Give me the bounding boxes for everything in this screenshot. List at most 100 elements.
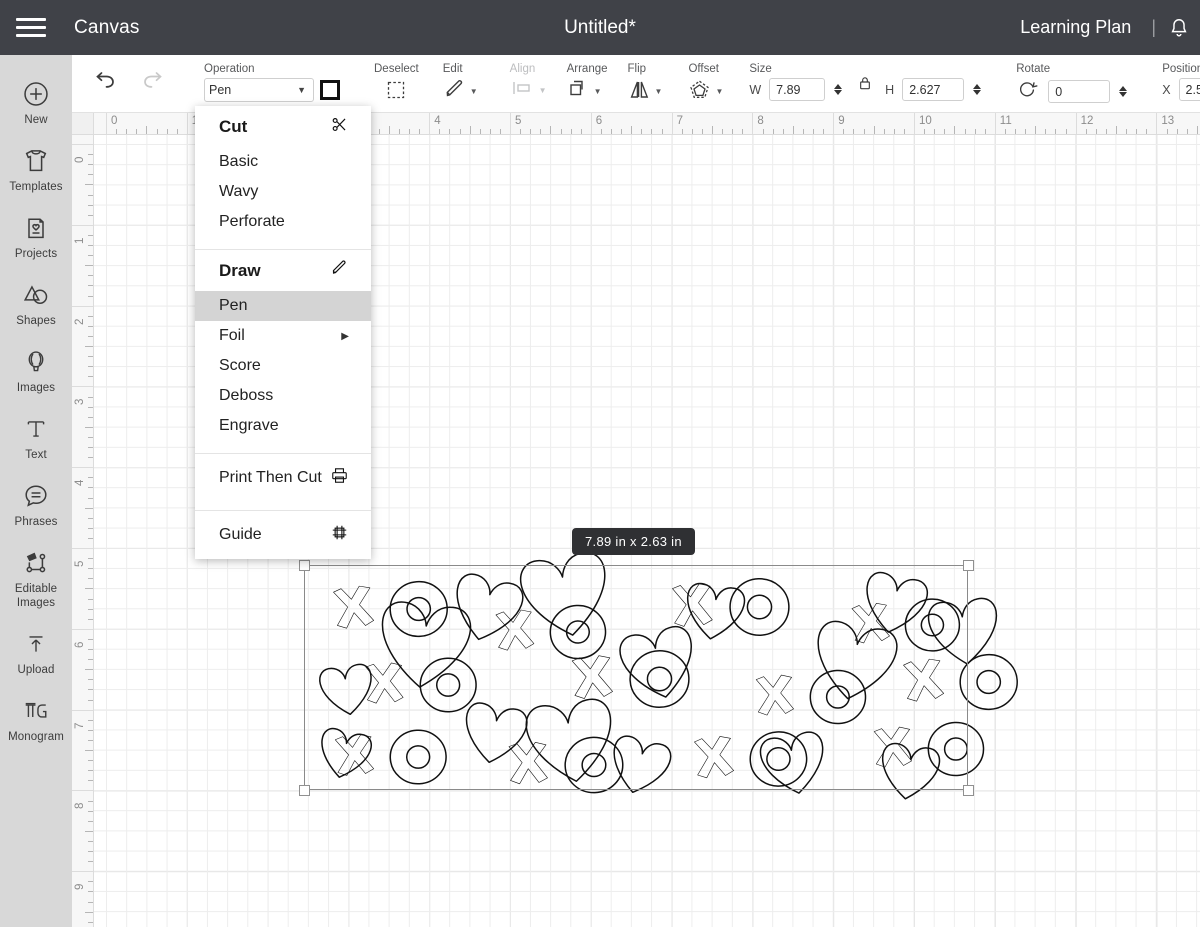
chevron-down-icon: ▼: [538, 85, 547, 95]
ruler-minor-tick: [742, 129, 744, 134]
deselect-icon[interactable]: [384, 78, 408, 107]
ruler-minor-tick: [631, 126, 633, 134]
menu-item-label: Engrave: [219, 417, 279, 434]
height-input[interactable]: [902, 78, 965, 101]
ruler-label: 0: [111, 115, 118, 127]
menu-item-perforate[interactable]: Perforate: [195, 207, 371, 241]
ruler-minor-tick: [1126, 129, 1128, 134]
sidebar-item-images[interactable]: Images: [0, 337, 72, 404]
heart-shape: [927, 597, 997, 665]
ruler-minor-tick: [530, 129, 532, 134]
ruler-label: 0: [74, 156, 86, 163]
offset-button[interactable]: ▼: [688, 78, 723, 105]
chevron-down-icon: ▼: [469, 86, 478, 96]
selection-handle-top-left[interactable]: [299, 560, 310, 571]
selection-handle-top-right[interactable]: [963, 560, 974, 571]
ruler-minor-tick: [823, 129, 825, 134]
x-input[interactable]: [1178, 78, 1200, 101]
flip-icon: [628, 78, 652, 105]
heart-shape: [321, 727, 373, 778]
chevron-down-icon: ▼: [654, 86, 663, 96]
xo-letter-o: [904, 598, 961, 652]
menu-group-cut-header: Cut: [195, 106, 371, 147]
ruler-minor-tick: [88, 679, 93, 681]
rotate-input[interactable]: [1048, 80, 1111, 103]
menu-item-label: Print Then Cut: [219, 469, 322, 486]
menu-item-foil[interactable]: Foil ▶: [195, 321, 371, 351]
align-button[interactable]: ▼: [510, 78, 547, 103]
stepper-down-icon: [834, 90, 843, 95]
menu-item-basic[interactable]: Basic: [195, 147, 371, 177]
ruler-minor-tick: [863, 129, 865, 134]
ruler-minor-tick: [1055, 129, 1057, 134]
vertical-ruler[interactable]: 0 1 2 3 4 5 6 7 8 9: [72, 135, 94, 927]
ruler-minor-tick: [85, 426, 93, 428]
selection-handle-bottom-left[interactable]: [299, 785, 310, 796]
position-label: Position: [1162, 63, 1200, 75]
ruler-minor-tick: [964, 129, 966, 134]
hamburger-menu-button[interactable]: [0, 0, 62, 55]
ruler-minor-tick: [722, 129, 724, 134]
width-stepper[interactable]: [831, 78, 845, 101]
ruler-label: 12: [1080, 115, 1094, 127]
edit-label: Edit: [442, 63, 463, 75]
redo-arrow-icon[interactable]: [140, 70, 168, 97]
ruler-label: 11: [999, 115, 1012, 127]
ruler-minor-tick: [479, 129, 481, 134]
sidebar-label: Shapes: [16, 315, 56, 328]
menu-item-score[interactable]: Score: [195, 351, 371, 381]
ruler-major-tick: [72, 871, 93, 873]
ruler-label: 6: [74, 641, 86, 648]
ruler-minor-tick: [88, 638, 93, 640]
rotate-stepper[interactable]: [1116, 80, 1130, 103]
flip-group: Flip ▼: [618, 55, 673, 112]
sidebar-item-new[interactable]: New: [0, 69, 72, 136]
operation-select[interactable]: Pen: [204, 78, 314, 102]
ruler-label: 5: [515, 115, 522, 127]
sidebar-item-upload[interactable]: Upload: [0, 619, 72, 686]
flip-button[interactable]: ▼: [628, 78, 663, 105]
menu-item-print-then-cut[interactable]: Print Then Cut: [195, 454, 371, 502]
edit-button[interactable]: ▼: [443, 78, 478, 105]
xo-letter-x: [508, 742, 548, 785]
width-input[interactable]: [769, 78, 826, 101]
selection-handle-bottom-right[interactable]: [963, 785, 974, 796]
xo-letter-o: [927, 721, 985, 777]
rotate-icon[interactable]: [1016, 78, 1038, 105]
sidebar-item-monogram[interactable]: Monogram: [0, 686, 72, 753]
operation-color-swatch[interactable]: [320, 80, 340, 100]
sidebar-item-shapes[interactable]: Shapes: [0, 270, 72, 337]
menu-item-engrave[interactable]: Engrave: [195, 411, 371, 445]
height-stepper[interactable]: [970, 78, 984, 101]
ruler-minor-tick: [88, 659, 93, 661]
size-badge: 7.89 in x 2.63 in: [572, 528, 695, 555]
sidebar-item-editable-images[interactable]: Editable Images: [0, 538, 72, 619]
arrange-button[interactable]: ▼: [567, 78, 608, 105]
operation-dropdown-menu[interactable]: Cut Basic Wavy Perforate Draw Pen Foil ▶: [195, 106, 371, 559]
menu-item-pen[interactable]: Pen: [195, 291, 371, 321]
ruler-minor-tick: [984, 129, 986, 134]
bell-icon[interactable]: [1162, 11, 1196, 45]
learning-plan-button[interactable]: Learning Plan: [1006, 17, 1145, 38]
sidebar-item-projects[interactable]: Projects: [0, 203, 72, 270]
menu-item-wavy[interactable]: Wavy: [195, 177, 371, 207]
sidebar-item-phrases[interactable]: Phrases: [0, 471, 72, 538]
ruler-minor-tick: [893, 129, 895, 134]
ruler-minor-tick: [570, 129, 572, 134]
menu-item-guide[interactable]: Guide: [195, 511, 371, 559]
header-divider: |: [1151, 17, 1156, 37]
undo-arrow-icon[interactable]: [90, 70, 118, 97]
top-header: Canvas Untitled* Learning Plan |: [0, 0, 1200, 55]
sidebar-item-text[interactable]: Text: [0, 404, 72, 471]
sidebar-label: Images: [16, 382, 56, 395]
arrange-icon: [567, 78, 591, 105]
menu-item-deboss[interactable]: Deboss: [195, 381, 371, 411]
ruler-major-tick: [510, 113, 511, 134]
ruler-minor-tick: [88, 618, 93, 620]
menu-item-label: Perforate: [219, 213, 285, 230]
aspect-lock-button[interactable]: [851, 76, 879, 91]
ruler-minor-tick: [88, 861, 93, 863]
ruler-major-tick: [72, 467, 93, 469]
ruler-minor-tick: [459, 129, 461, 134]
sidebar-item-templates[interactable]: Templates: [0, 136, 72, 203]
